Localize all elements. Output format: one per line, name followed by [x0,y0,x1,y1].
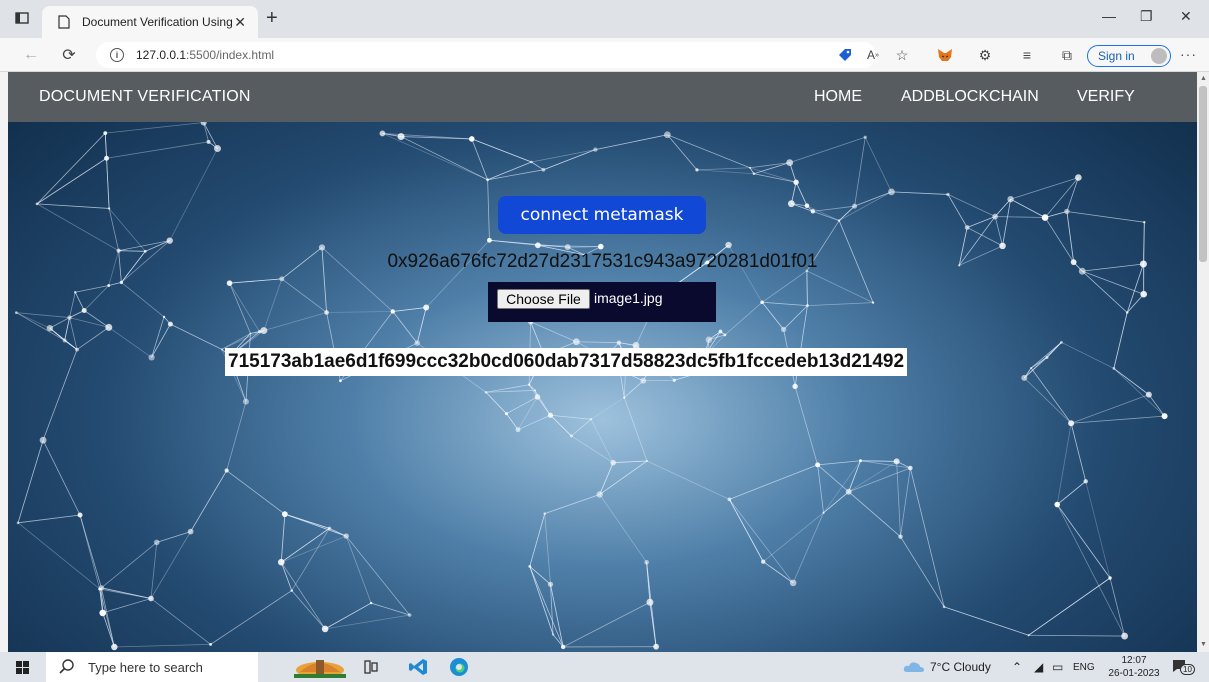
document-icon [56,14,72,30]
url-text: 127.0.0.1:5500/index.html [136,48,274,62]
scroll-down-icon[interactable]: ▼ [1200,641,1207,648]
site-navbar: DOCUMENT VERIFICATION HOME ADDBLOCKCHAIN… [8,72,1197,122]
tab-title: Document Verification Using Blo [82,15,232,29]
language-indicator[interactable]: ENG [1073,662,1095,673]
favorites-icon[interactable]: ≡ [1018,47,1036,63]
sign-in-button[interactable]: Sign in [1087,45,1171,67]
close-window-icon[interactable]: ✕ [1180,8,1192,25]
windows-taskbar: Type here to search 7°C Cloudy ⌃ ◢ ▭ ENG… [0,652,1209,682]
sign-in-label: Sign in [1098,49,1135,63]
task-view-icon[interactable] [360,657,382,677]
minimize-icon[interactable]: — [1102,8,1116,24]
clock-time: 12:07 [1121,655,1147,666]
metamask-icon[interactable] [936,47,954,63]
more-options-icon[interactable]: ··· [1180,46,1197,62]
add-favorite-icon[interactable]: ☆ [893,47,911,63]
search-placeholder: Type here to search [88,659,203,675]
file-upload-box: Choose File image1.jpg [488,282,716,322]
url-host: 127.0.0.1 [136,48,187,62]
search-icon [59,659,74,674]
nav-home[interactable]: HOME [814,88,862,106]
scroll-up-icon[interactable]: ▲ [1200,75,1207,82]
close-tab-icon[interactable]: ✕ [234,14,246,30]
clock-date: 26-01-2023 [1108,668,1160,679]
volume-icon[interactable]: ▭ [1052,660,1063,674]
selected-file-name: image1.jpg [594,290,663,306]
nav-addblockchain[interactable]: ADDBLOCKCHAIN [901,88,1039,106]
tag-extension-icon[interactable] [836,47,854,63]
edge-icon[interactable] [448,657,470,677]
address-toolbar: ← ⟳ i 127.0.0.1:5500/index.html A» ☆ ⚙ ≡… [0,38,1209,72]
new-tab-icon[interactable]: + [266,8,278,28]
taskbar-clock[interactable]: 12:07 26-01-2023 [1106,654,1162,680]
vscode-icon[interactable] [408,657,430,677]
weather-text[interactable]: 7°C Cloudy [930,660,991,674]
page-scrollbar[interactable]: ▲ ▼ [1197,72,1209,652]
browser-tab[interactable]: Document Verification Using Blo ✕ [42,6,258,38]
weather-icon[interactable] [902,657,926,677]
restore-icon[interactable]: ❐ [1140,8,1153,25]
account-address: 0x926a676fc72d27d2317531c943a9720281d01f… [387,251,818,272]
avatar [1151,48,1167,64]
choose-file-button[interactable]: Choose File [497,289,590,309]
site-brand[interactable]: DOCUMENT VERIFICATION [39,88,251,106]
document-hash: 715173ab1ae6d1f699ccc32b0cd060dab7317d58… [225,348,908,376]
browser-tab-strip: Document Verification Using Blo ✕ + — ❐ … [0,0,1209,38]
show-hidden-icons-icon[interactable]: ⌃ [1012,660,1022,674]
notification-icon[interactable]: 10 [1172,659,1195,675]
url-path: :5500/index.html [186,48,275,62]
network-icon[interactable]: ◢ [1034,660,1043,674]
tab-actions-icon[interactable] [14,11,30,25]
info-icon[interactable]: i [110,48,124,62]
address-bar[interactable]: i 127.0.0.1:5500/index.html [96,42,876,68]
windows-start-icon[interactable] [16,661,29,674]
connect-metamask-button[interactable]: connect metamask [498,196,706,234]
page-viewport: DOCUMENT VERIFICATION HOME ADDBLOCKCHAIN… [8,72,1197,652]
refresh-icon[interactable]: ⟳ [60,46,78,64]
read-aloud-icon[interactable]: A» [864,47,882,63]
taskbar-search[interactable]: Type here to search [46,652,258,682]
notification-count: 10 [1180,664,1195,675]
extensions-icon[interactable]: ⚙ [976,47,994,63]
back-icon[interactable]: ← [22,46,40,64]
scroll-thumb[interactable] [1199,86,1207,262]
nav-verify[interactable]: VERIFY [1077,88,1135,106]
collections-icon[interactable]: ⧉ [1058,47,1076,63]
republic-day-emblem-icon[interactable] [290,654,350,680]
